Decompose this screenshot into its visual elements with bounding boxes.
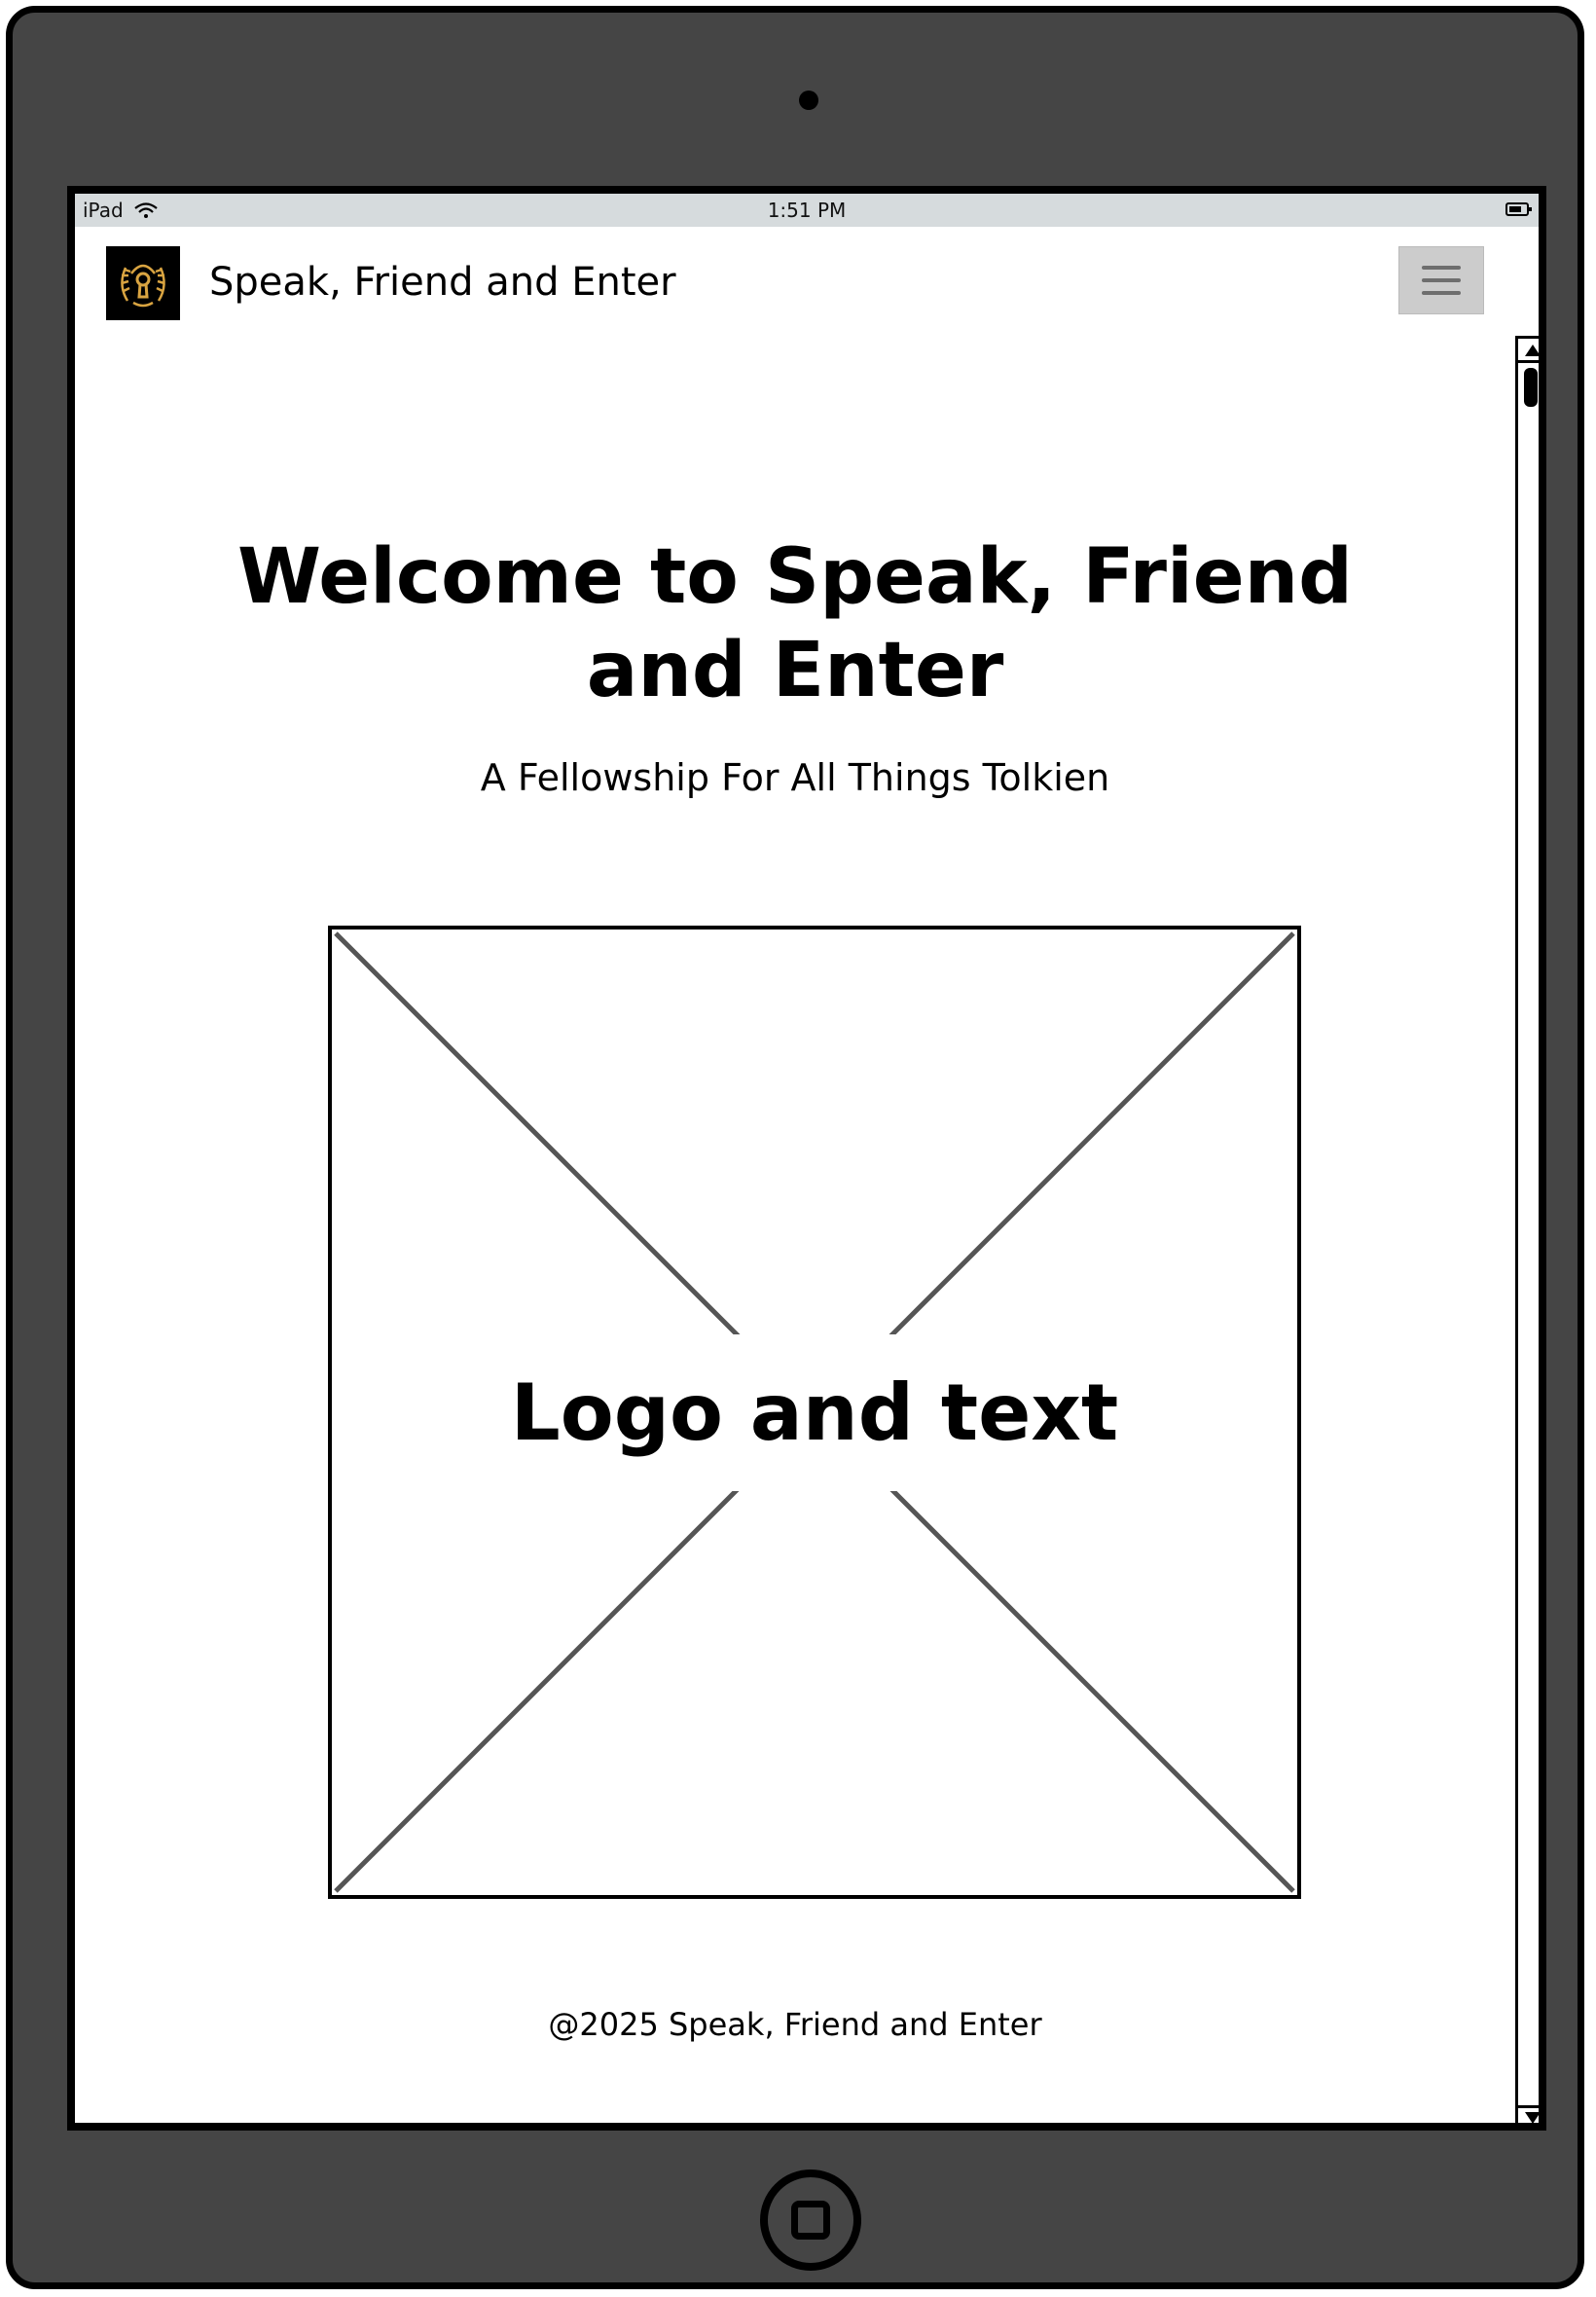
status-bar: iPad 1:51 PM — [75, 194, 1539, 227]
scroll-divider — [1518, 2105, 1539, 2108]
navbar: Speak, Friend and Enter — [75, 227, 1515, 334]
camera-dot — [799, 91, 818, 110]
home-square-icon — [791, 2201, 830, 2240]
brand-title[interactable]: Speak, Friend and Enter — [209, 260, 676, 305]
scroll-divider — [1518, 360, 1539, 363]
placeholder-label-wrap: Logo and text — [332, 930, 1297, 1895]
keyhole-laurel-icon[interactable] — [106, 246, 180, 320]
menu-line — [1422, 266, 1461, 270]
home-button[interactable] — [760, 2169, 861, 2271]
hero-title: Welcome to Speak, Friend and Enter — [236, 533, 1354, 714]
battery-icon — [1505, 202, 1532, 216]
hero-subtitle: A Fellowship For All Things Tolkien — [480, 756, 1110, 799]
placeholder-label: Logo and text — [500, 1333, 1129, 1491]
scroll-down-arrow-icon[interactable] — [1525, 2112, 1539, 2123]
tablet-screen: iPad 1:51 PM Speak, Friend and Enter Wel… — [67, 186, 1546, 2131]
menu-line — [1422, 278, 1461, 282]
hamburger-menu-button[interactable] — [1398, 246, 1484, 314]
tablet-frame: iPad 1:51 PM Speak, Friend and Enter Wel… — [6, 6, 1584, 2289]
status-time: 1:51 PM — [767, 199, 847, 222]
vertical-scrollbar[interactable] — [1515, 336, 1539, 2123]
scroll-up-arrow-icon[interactable] — [1525, 345, 1539, 356]
image-placeholder: Logo and text — [328, 926, 1301, 1899]
scroll-thumb[interactable] — [1524, 368, 1538, 407]
footer-copyright: @2025 Speak, Friend and Enter — [548, 2006, 1042, 2043]
menu-line — [1422, 291, 1461, 295]
